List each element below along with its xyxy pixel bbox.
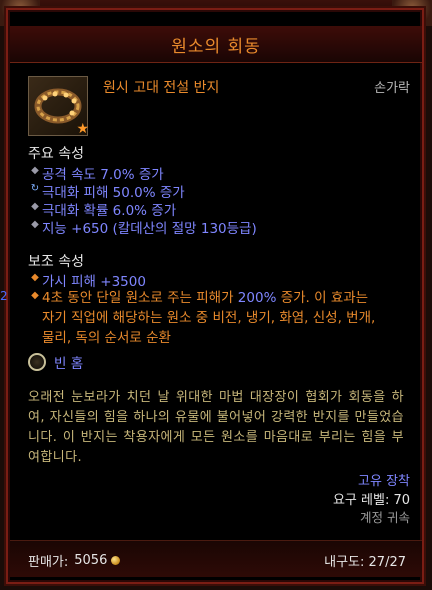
legendary-power-line1-end: 증가. 이 효과는 xyxy=(276,290,369,306)
enchanted-bullet-icon: ↻ xyxy=(30,183,40,194)
empty-socket-icon xyxy=(28,353,46,371)
socket-label: 빈 홈 xyxy=(54,356,84,372)
legendary-power-line2: 자기 직업에 해당하는 원소 중 비전, 냉기, 화염, 신성, 번개, xyxy=(42,310,376,326)
diamond-bullet-icon: ◆ xyxy=(31,272,39,283)
account-bound-label: 계정 귀속 xyxy=(360,510,410,525)
durability: 내구도: 27/27 xyxy=(324,555,406,570)
required-level: 요구 레벨: 70 xyxy=(332,493,410,508)
side-mark: 2 xyxy=(0,289,8,303)
legendary-power-value: 200% xyxy=(237,290,277,306)
sell-price: 판매가: 5056 xyxy=(28,551,121,570)
primary-stat-text: 극대화 확률 6.0% 증가 xyxy=(42,203,177,219)
secondary-stat: ◆ 가시 피해 +3500 xyxy=(28,270,146,290)
item-slot-type: 손가락 xyxy=(374,81,410,96)
primary-stat: ↻ 극대화 피해 50.0% 증가 xyxy=(28,181,185,201)
legendary-power-line1: 4초 동안 단일 원소로 주는 피해가 xyxy=(42,290,238,306)
sell-label: 판매가: xyxy=(28,555,69,570)
gold-coin-icon xyxy=(111,556,121,565)
flavor-text: 오래전 눈보라가 치던 날 위대한 마법 대장장이 협회가 회동을 하여, 자신… xyxy=(28,390,404,465)
secondary-stat-text: 가시 피해 +3500 xyxy=(42,274,146,290)
tooltip-header: 원소의 회동 xyxy=(10,26,422,63)
diamond-bullet-icon: ◆ xyxy=(31,219,39,230)
primary-stats-header: 주요 속성 xyxy=(28,146,84,162)
secondary-stats-header: 보조 속성 xyxy=(28,254,84,270)
primary-stat-text: 지능 +650 (칼데산의 절망 130등급) xyxy=(42,221,257,237)
empty-socket: 빈 홈 xyxy=(28,352,83,372)
primary-stat: ◆ 극대화 확률 6.0% 증가 xyxy=(28,199,176,219)
primary-stat-text: 극대화 피해 50.0% 증가 xyxy=(42,185,185,201)
diamond-bullet-icon: ◆ xyxy=(31,165,39,176)
legendary-power-line3: 물리, 독의 순서로 순환 xyxy=(42,330,171,346)
diamond-bullet-icon: ◆ xyxy=(31,201,39,212)
legendary-power: ◆ 4초 동안 단일 원소로 주는 피해가 200% 증가. 이 효과는 자기 … xyxy=(28,288,408,348)
primary-stat: ◆ 공격 속도 7.0% 증가 xyxy=(28,163,164,183)
tooltip-footer: 판매가: 5056 내구도: 27/27 xyxy=(10,540,422,577)
item-title: 원소의 회동 xyxy=(171,36,261,57)
primary-stat-text: 공격 속도 7.0% 증가 xyxy=(42,167,164,183)
sell-value: 5056 xyxy=(74,553,108,568)
primary-stat: ◆ 지능 +650 (칼데산의 절망 130등급) xyxy=(28,217,257,237)
diamond-bullet-icon: ◆ xyxy=(31,290,39,301)
item-name: 원시 고대 전설 반지 xyxy=(103,80,220,96)
star-icon: ★ xyxy=(76,121,89,137)
item-icon-frame: ★ xyxy=(28,76,89,137)
unique-equipped-label: 고유 장착 xyxy=(358,474,410,489)
